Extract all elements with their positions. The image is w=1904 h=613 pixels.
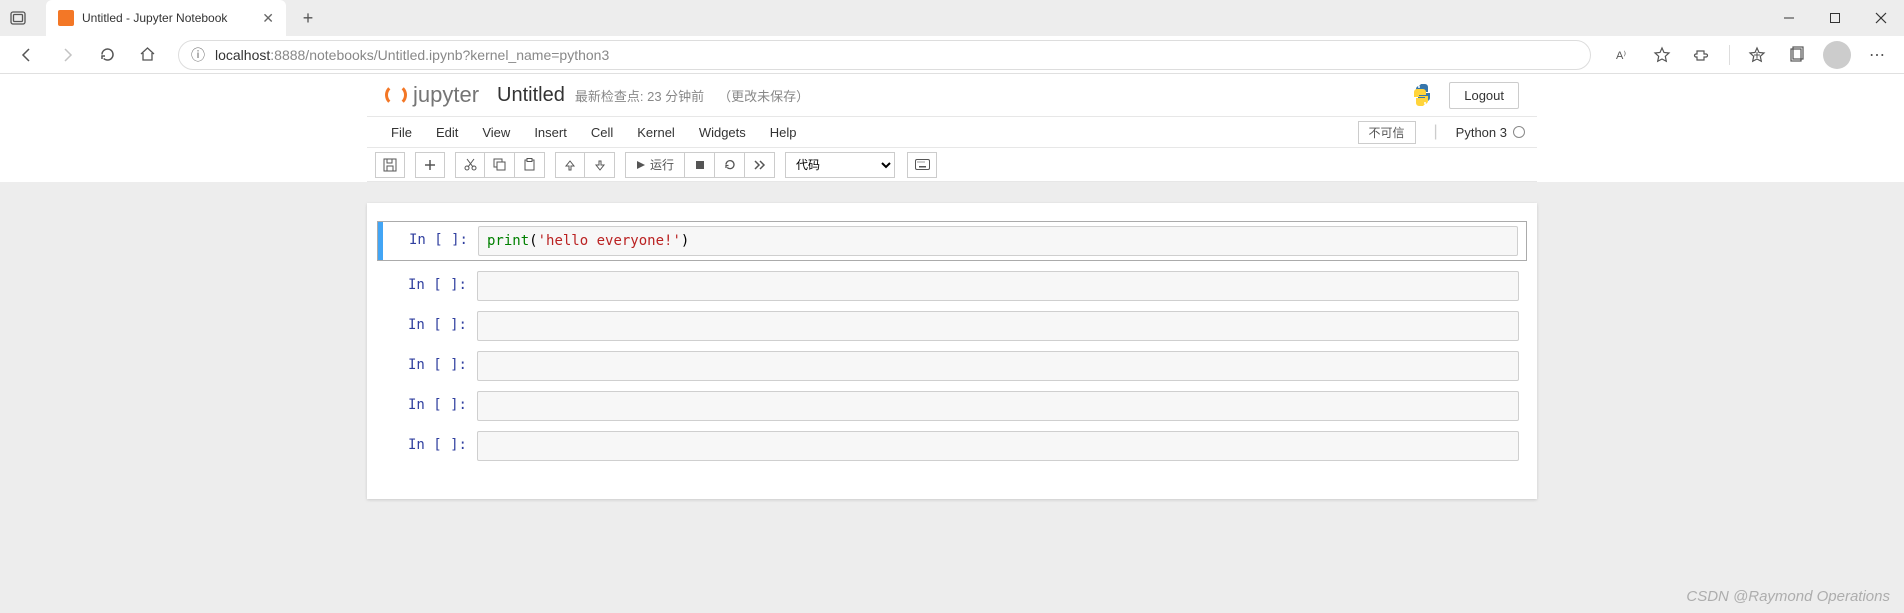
celltype-select[interactable]: 代码 <box>785 152 895 178</box>
save-status: （更改未保存） <box>718 86 809 105</box>
code-cell[interactable]: In [ ]: print('hello everyone!') <box>377 221 1527 261</box>
menu-kernel[interactable]: Kernel <box>625 125 687 140</box>
close-tab-icon[interactable]: ✕ <box>262 10 274 27</box>
maximize-button[interactable] <box>1812 0 1858 36</box>
move-down-button[interactable] <box>585 152 615 178</box>
code-cell[interactable]: In [ ]: <box>377 311 1527 341</box>
menu-file[interactable]: File <box>379 125 424 140</box>
favorite-star-icon[interactable] <box>1645 38 1679 72</box>
cell-input[interactable]: print('hello everyone!') <box>478 226 1518 256</box>
command-palette-button[interactable] <box>907 152 937 178</box>
watermark: CSDN @Raymond Operations <box>1686 588 1890 605</box>
menubar: File Edit View Insert Cell Kernel Widget… <box>367 116 1537 148</box>
cell-input[interactable] <box>477 351 1519 381</box>
site-info-icon[interactable]: ⓘ <box>191 45 205 65</box>
jupyter-page: jupyter Untitled 最新检查点: 23 分钟前 （更改未保存） L… <box>0 74 1904 499</box>
svg-text:A⁾: A⁾ <box>1616 50 1626 62</box>
run-label: 运行 <box>650 156 674 173</box>
run-button[interactable]: 运行 <box>625 152 685 178</box>
cell-prompt: In [ ]: <box>378 226 478 256</box>
url-host: localhost <box>215 47 270 63</box>
more-menu-icon[interactable]: ⋯ <box>1860 38 1894 72</box>
profile-avatar[interactable] <box>1820 38 1854 72</box>
url-field[interactable]: ⓘ localhost:8888/notebooks/Untitled.ipyn… <box>178 40 1591 70</box>
cell-input[interactable] <box>477 311 1519 341</box>
stop-button[interactable] <box>685 152 715 178</box>
cell-input[interactable] <box>477 431 1519 461</box>
cell-prompt: In [ ]: <box>377 431 477 461</box>
window-controls <box>1766 0 1904 36</box>
jupyter-logo-icon <box>385 84 407 106</box>
notebook-title[interactable]: Untitled <box>497 84 565 107</box>
extensions-icon[interactable] <box>1685 38 1719 72</box>
logout-button[interactable]: Logout <box>1449 82 1519 109</box>
browser-tab[interactable]: Untitled - Jupyter Notebook ✕ <box>46 0 286 36</box>
jupyter-logo-text: jupyter <box>413 82 479 108</box>
new-tab-button[interactable]: + <box>292 2 324 34</box>
cell-input[interactable] <box>477 391 1519 421</box>
cell-prompt: In [ ]: <box>377 351 477 381</box>
paste-button[interactable] <box>515 152 545 178</box>
read-aloud-icon[interactable]: A⁾ <box>1605 38 1639 72</box>
cell-prompt: In [ ]: <box>377 271 477 301</box>
add-cell-button[interactable] <box>415 152 445 178</box>
menu-cell[interactable]: Cell <box>579 125 625 140</box>
minimize-button[interactable] <box>1766 0 1812 36</box>
copy-button[interactable] <box>485 152 515 178</box>
checkpoint-status: 最新检查点: 23 分钟前 <box>575 86 704 105</box>
menu-edit[interactable]: Edit <box>424 125 470 140</box>
address-bar: ⓘ localhost:8888/notebooks/Untitled.ipyn… <box>0 36 1904 74</box>
move-up-button[interactable] <box>555 152 585 178</box>
workspaces-button[interactable] <box>0 0 36 36</box>
browser-tab-strip: Untitled - Jupyter Notebook ✕ + <box>0 0 1904 36</box>
code-cell[interactable]: In [ ]: <box>377 351 1527 381</box>
kernel-status-icon <box>1513 126 1525 138</box>
code-cell[interactable]: In [ ]: <box>377 391 1527 421</box>
refresh-button[interactable] <box>90 38 124 72</box>
jupyter-logo[interactable]: jupyter <box>385 82 479 108</box>
kernel-indicator[interactable]: Python 3 <box>1456 125 1525 140</box>
menu-help[interactable]: Help <box>758 125 809 140</box>
cut-button[interactable] <box>455 152 485 178</box>
code-cell[interactable]: In [ ]: <box>377 431 1527 461</box>
toolbar: 运行 代码 <box>367 148 1537 182</box>
forward-button[interactable] <box>50 38 84 72</box>
menu-widgets[interactable]: Widgets <box>687 125 758 140</box>
run-all-button[interactable] <box>745 152 775 178</box>
cell-prompt: In [ ]: <box>377 311 477 341</box>
python-logo-icon <box>1409 82 1435 108</box>
favorites-icon[interactable] <box>1740 38 1774 72</box>
jupyter-header: jupyter Untitled 最新检查点: 23 分钟前 （更改未保存） L… <box>367 74 1537 116</box>
save-button[interactable] <box>375 152 405 178</box>
back-button[interactable] <box>10 38 44 72</box>
restart-button[interactable] <box>715 152 745 178</box>
kernel-name: Python 3 <box>1456 125 1507 140</box>
separator <box>1729 45 1730 65</box>
menu-view[interactable]: View <box>470 125 522 140</box>
collections-icon[interactable] <box>1780 38 1814 72</box>
cell-prompt: In [ ]: <box>377 391 477 421</box>
close-window-button[interactable] <box>1858 0 1904 36</box>
jupyter-favicon <box>58 10 74 26</box>
notebook-container: In [ ]: print('hello everyone!') In [ ]:… <box>367 203 1537 499</box>
tab-title: Untitled - Jupyter Notebook <box>82 11 254 25</box>
url-path: :8888/notebooks/Untitled.ipynb?kernel_na… <box>270 47 609 63</box>
code-cell[interactable]: In [ ]: <box>377 271 1527 301</box>
cell-input[interactable] <box>477 271 1519 301</box>
trust-indicator[interactable]: 不可信 <box>1358 121 1416 144</box>
menu-insert[interactable]: Insert <box>522 125 579 140</box>
home-button[interactable] <box>130 38 164 72</box>
